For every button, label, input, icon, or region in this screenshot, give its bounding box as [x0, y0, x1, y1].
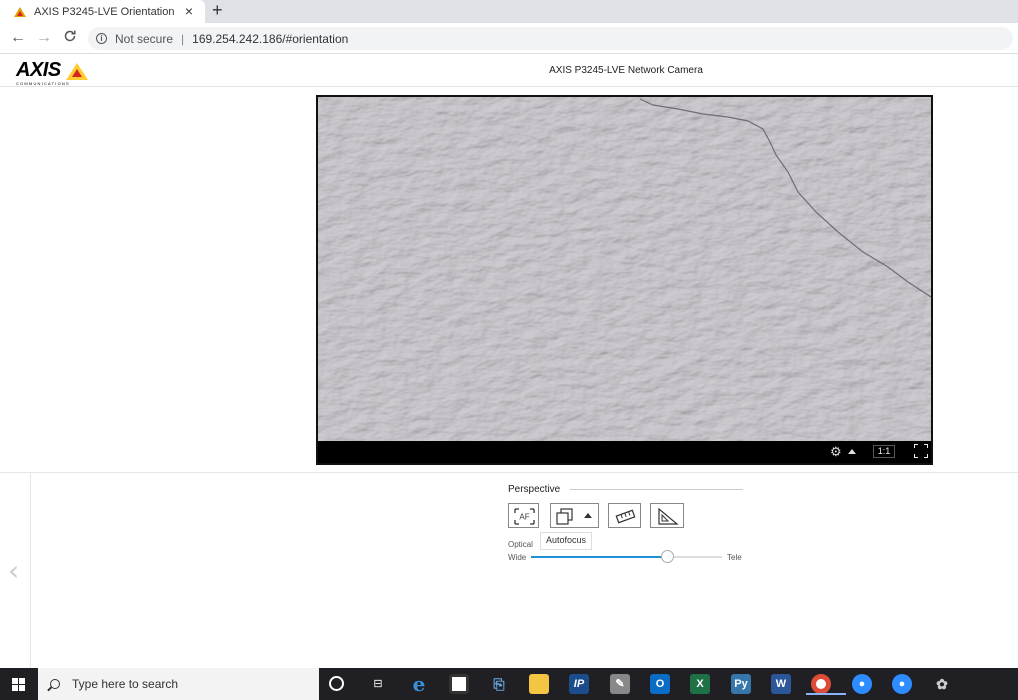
search-icon: [50, 679, 60, 689]
url-separator: |: [181, 31, 185, 46]
file-explorer-icon[interactable]: [529, 674, 549, 694]
not-secure-label: Not secure: [115, 31, 174, 46]
wide-label: Wide: [508, 553, 527, 562]
settings-caret-icon[interactable]: [848, 449, 856, 454]
terminal-icon[interactable]: [449, 674, 469, 694]
reload-button[interactable]: [63, 29, 77, 48]
excel-icon[interactable]: X: [690, 674, 710, 694]
ip-icon[interactable]: IP: [569, 674, 589, 694]
optical-zoom-label: Optical: [508, 540, 533, 549]
gimp-icon[interactable]: ✿: [932, 674, 952, 694]
svg-text:AF: AF: [519, 513, 529, 522]
tool-icon[interactable]: ✎: [610, 674, 630, 694]
network-icon[interactable]: ⎘: [489, 674, 509, 694]
zoom-slider[interactable]: [531, 550, 722, 563]
task-view-icon[interactable]: ⊟: [368, 674, 388, 694]
browser-tab-bar: AXIS P3245-LVE Orientation × +: [0, 0, 1018, 23]
forward-button[interactable]: →: [36, 29, 52, 47]
camera-title: AXIS P3245-LVE Network Camera: [549, 65, 703, 76]
word-icon[interactable]: W: [771, 674, 791, 694]
panel-divider: [0, 472, 1018, 473]
back-button[interactable]: ←: [10, 29, 26, 47]
perspective-divider: [570, 489, 743, 490]
zoom-icon[interactable]: ●: [852, 674, 872, 694]
chevron-left-icon[interactable]: ‹: [8, 554, 19, 587]
edge-icon[interactable]: e: [409, 674, 429, 694]
url-text: 169.254.242.186/#orientation: [192, 31, 349, 46]
video-toolbar: ⚙ 1:1: [318, 441, 931, 463]
search-placeholder: Type here to search: [72, 677, 179, 691]
focus-window-icon: [556, 508, 592, 525]
address-bar-row: ← → i Not secure | 169.254.242.186/#orie…: [0, 23, 1018, 54]
tape-measure-icon: [615, 509, 636, 524]
autofocus-tooltip: Autofocus: [540, 532, 593, 550]
aspect-ratio-button[interactable]: 1:1: [873, 445, 895, 458]
focus-window-button[interactable]: [550, 503, 599, 528]
cortana-icon[interactable]: [329, 676, 344, 691]
tab-close-icon[interactable]: ×: [185, 3, 193, 19]
pixel-counter-button[interactable]: [650, 503, 684, 528]
taskbar-search-box[interactable]: Type here to search: [38, 668, 319, 700]
ruler-triangle-icon: [658, 507, 679, 525]
python-icon[interactable]: Py: [731, 674, 751, 694]
windows-taskbar: Type here to search ⊟ e ⎘ IP ✎ O X Py W …: [0, 668, 1018, 700]
outlook-icon[interactable]: O: [650, 674, 670, 694]
chrome-icon[interactable]: [806, 674, 846, 695]
wall-texture-image: [318, 97, 931, 441]
browser-tab[interactable]: AXIS P3245-LVE Orientation ×: [0, 0, 205, 23]
video-settings-icon[interactable]: ⚙: [830, 444, 842, 460]
reload-icon: [64, 30, 76, 42]
video-view[interactable]: ⚙ 1:1: [316, 95, 933, 465]
info-icon[interactable]: i: [96, 33, 107, 44]
windows-start-icon[interactable]: [12, 678, 25, 691]
autofocus-icon: AF: [514, 508, 535, 525]
logo-subtitle: COMMUNICATIONS: [16, 81, 70, 86]
zoom-slider-fill: [531, 556, 667, 558]
axis-favicon-icon: [14, 6, 26, 17]
url-field[interactable]: i Not secure | 169.254.242.186/#orientat…: [88, 27, 1013, 50]
measure-tape-button[interactable]: [608, 503, 641, 528]
zoom-icon-2[interactable]: ●: [892, 674, 912, 694]
zoom-slider-handle[interactable]: [661, 550, 674, 563]
fullscreen-icon[interactable]: [914, 444, 928, 458]
perspective-heading: Perspective: [508, 484, 561, 495]
app-header: AXIS COMMUNICATIONS AXIS P3245-LVE Netwo…: [0, 55, 1018, 87]
live-video-image[interactable]: [318, 97, 931, 441]
new-tab-button[interactable]: +: [212, 0, 223, 21]
autofocus-button[interactable]: AF: [508, 503, 539, 528]
tab-title: AXIS P3245-LVE Orientation: [34, 5, 175, 18]
tele-label: Tele: [727, 553, 742, 562]
